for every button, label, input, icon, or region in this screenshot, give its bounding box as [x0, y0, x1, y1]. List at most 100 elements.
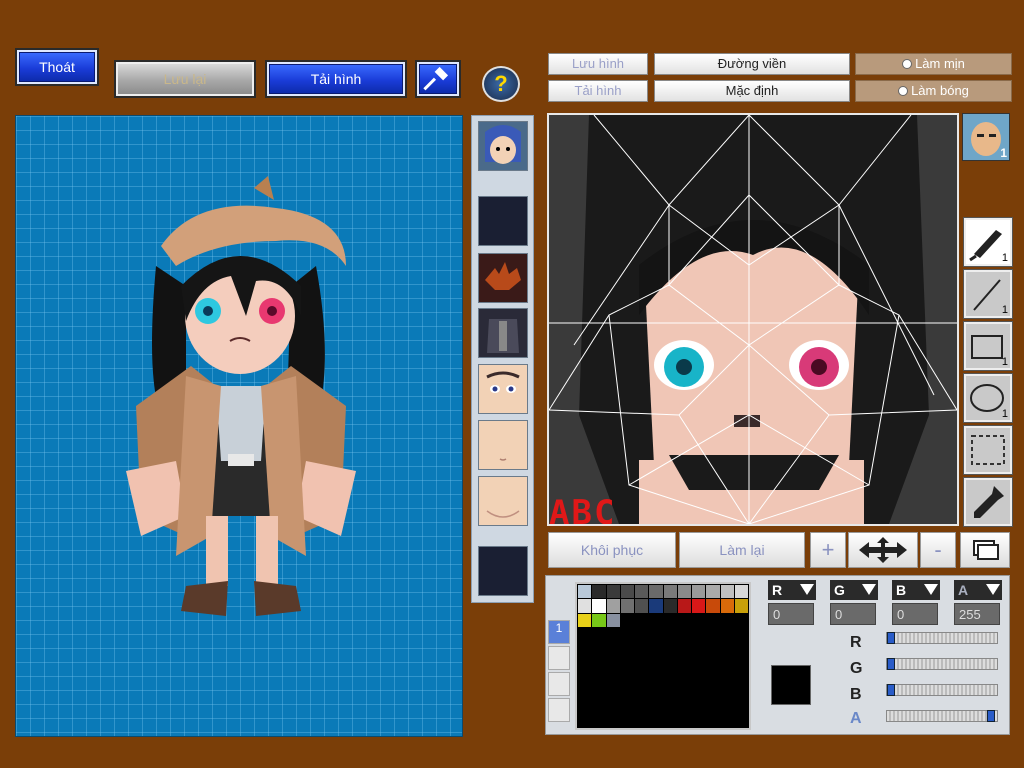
- palette-swatch[interactable]: [649, 599, 663, 613]
- palette-swatch[interactable]: [635, 585, 649, 599]
- alpha-slider-knob[interactable]: [987, 710, 995, 722]
- palette-swatch[interactable]: [692, 670, 706, 685]
- restore-button[interactable]: Khôi phục: [548, 532, 676, 568]
- palette-swatch[interactable]: [663, 627, 677, 642]
- blue-channel-dropdown[interactable]: B: [892, 580, 940, 600]
- smooth-toggle[interactable]: Làm mịn: [855, 53, 1012, 75]
- palette-swatch[interactable]: [734, 685, 748, 699]
- palette-swatch[interactable]: [592, 642, 606, 656]
- load-image-button[interactable]: Tải hình: [265, 60, 407, 98]
- palette-swatch[interactable]: [606, 713, 620, 727]
- green-slider[interactable]: [886, 658, 998, 670]
- palette-swatch[interactable]: [649, 613, 663, 627]
- character-preview-canvas[interactable]: [15, 115, 463, 737]
- palette-swatch[interactable]: [734, 599, 748, 613]
- palette-swatch[interactable]: [592, 599, 606, 613]
- tab-outline[interactable]: Đường viền: [654, 53, 850, 75]
- palette-swatch[interactable]: [706, 599, 720, 613]
- color-palette-grid[interactable]: [575, 582, 751, 730]
- palette-swatch[interactable]: [692, 713, 706, 727]
- shade-toggle[interactable]: Làm bóng: [855, 80, 1012, 102]
- palette-swatch[interactable]: [635, 656, 649, 670]
- palette-swatch[interactable]: [592, 627, 606, 642]
- palette-swatch[interactable]: [649, 699, 663, 713]
- palette-swatch[interactable]: [706, 585, 720, 599]
- palette-swatch[interactable]: [720, 713, 734, 727]
- palette-swatch[interactable]: [692, 585, 706, 599]
- palette-tab-1[interactable]: 1: [548, 620, 570, 644]
- palette-swatch[interactable]: [635, 613, 649, 627]
- palette-swatch[interactable]: [734, 713, 748, 727]
- palette-swatch[interactable]: [592, 613, 606, 627]
- red-value-field[interactable]: 0: [768, 603, 814, 625]
- palette-swatch[interactable]: [620, 713, 634, 727]
- exit-button[interactable]: Thoát: [15, 48, 99, 86]
- move-button[interactable]: [848, 532, 918, 568]
- palette-swatch[interactable]: [706, 613, 720, 627]
- palette-swatch[interactable]: [620, 585, 634, 599]
- alpha-channel-dropdown[interactable]: A: [954, 580, 1002, 600]
- palette-swatch[interactable]: [578, 627, 592, 642]
- palette-swatch[interactable]: [606, 613, 620, 627]
- palette-swatch[interactable]: [720, 656, 734, 670]
- zoom-in-button[interactable]: +: [810, 532, 846, 568]
- palette-swatch[interactable]: [663, 685, 677, 699]
- palette-swatch[interactable]: [720, 585, 734, 599]
- palette-swatch[interactable]: [635, 713, 649, 727]
- palette-swatch[interactable]: [692, 656, 706, 670]
- palette-swatch[interactable]: [592, 685, 606, 699]
- palette-swatch[interactable]: [578, 699, 592, 713]
- brush-tool[interactable]: 1: [963, 217, 1013, 267]
- palette-swatch[interactable]: [649, 627, 663, 642]
- palette-swatch[interactable]: [649, 685, 663, 699]
- alpha-slider[interactable]: [886, 710, 998, 722]
- palette-swatch[interactable]: [663, 599, 677, 613]
- palette-swatch[interactable]: [677, 685, 691, 699]
- palette-swatch[interactable]: [663, 656, 677, 670]
- palette-swatch[interactable]: [635, 642, 649, 656]
- palette-swatch[interactable]: [706, 670, 720, 685]
- palette-swatch[interactable]: [706, 627, 720, 642]
- green-slider-knob[interactable]: [887, 658, 895, 670]
- blue-slider[interactable]: [886, 684, 998, 696]
- palette-swatch[interactable]: [592, 699, 606, 713]
- palette-swatch[interactable]: [578, 642, 592, 656]
- palette-swatch[interactable]: [578, 599, 592, 613]
- line-tool[interactable]: 1: [963, 269, 1013, 319]
- palette-swatch[interactable]: [635, 627, 649, 642]
- palette-swatch[interactable]: [663, 699, 677, 713]
- palette-swatch[interactable]: [606, 627, 620, 642]
- palette-swatch[interactable]: [706, 642, 720, 656]
- palette-swatch[interactable]: [734, 656, 748, 670]
- palette-swatch[interactable]: [606, 685, 620, 699]
- part-slot-empty[interactable]: [478, 546, 528, 596]
- palette-swatch[interactable]: [663, 713, 677, 727]
- palette-swatch[interactable]: [706, 685, 720, 699]
- palette-tab-4[interactable]: [548, 698, 570, 722]
- palette-tab-2[interactable]: [548, 646, 570, 670]
- palette-swatch[interactable]: [578, 613, 592, 627]
- red-channel-dropdown[interactable]: R: [768, 580, 816, 600]
- palette-swatch[interactable]: [635, 685, 649, 699]
- palette-swatch[interactable]: [620, 613, 634, 627]
- palette-swatch[interactable]: [677, 699, 691, 713]
- palette-swatch[interactable]: [620, 656, 634, 670]
- palette-swatch[interactable]: [578, 585, 592, 599]
- hammer-button[interactable]: [415, 60, 461, 98]
- palette-swatch[interactable]: [734, 642, 748, 656]
- rectangle-tool[interactable]: 1: [963, 321, 1013, 371]
- palette-swatch[interactable]: [734, 627, 748, 642]
- palette-swatch[interactable]: [677, 713, 691, 727]
- palette-swatch[interactable]: [734, 613, 748, 627]
- palette-swatch[interactable]: [649, 670, 663, 685]
- palette-swatch[interactable]: [635, 599, 649, 613]
- part-slot-portrait[interactable]: [478, 121, 528, 171]
- palette-swatch[interactable]: [606, 656, 620, 670]
- preview-avatar-thumbnail[interactable]: 1: [962, 113, 1010, 161]
- palette-swatch[interactable]: [578, 685, 592, 699]
- blue-slider-knob[interactable]: [887, 684, 895, 696]
- palette-swatch[interactable]: [592, 670, 606, 685]
- palette-swatch[interactable]: [578, 670, 592, 685]
- palette-swatch[interactable]: [620, 670, 634, 685]
- palette-swatch[interactable]: [606, 642, 620, 656]
